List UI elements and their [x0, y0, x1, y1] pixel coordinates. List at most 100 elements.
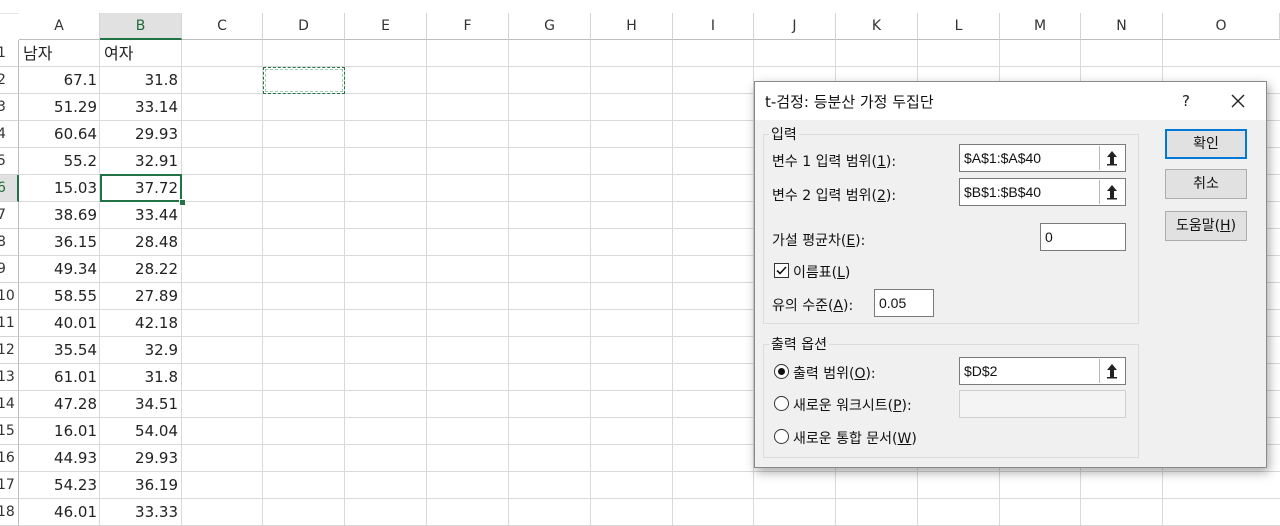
labels-checkbox[interactable]	[774, 263, 789, 278]
row-header[interactable]: 5	[0, 148, 19, 175]
ttest-dialog: t-검정: 등분산 가정 두집단 ? 입력 변수 1 입력 범위(1): $A$…	[754, 81, 1267, 468]
cell-b4[interactable]: 29.93	[100, 121, 182, 148]
cell-b16[interactable]: 29.93	[100, 445, 182, 472]
hyp-paren: ):	[855, 233, 866, 249]
collapse-dialog-icon[interactable]	[1099, 146, 1124, 170]
row-header[interactable]: 18	[0, 499, 19, 526]
new-book-radio[interactable]	[774, 429, 789, 444]
new-sheet-input[interactable]	[959, 390, 1126, 418]
alpha-input[interactable]: 0.05	[874, 289, 934, 317]
row-header[interactable]: 10	[0, 283, 19, 310]
new-sheet-paren: ):	[901, 398, 912, 414]
help-icon[interactable]: ?	[1175, 90, 1197, 112]
cell-a12[interactable]: 35.54	[19, 337, 101, 364]
column-header[interactable]: B	[100, 13, 182, 40]
column-header[interactable]: H	[591, 13, 673, 40]
cell-b10[interactable]: 27.89	[100, 283, 182, 310]
column-header[interactable]: K	[836, 13, 918, 40]
help-button[interactable]: 도움말(H)	[1165, 211, 1247, 241]
column-header[interactable]: C	[182, 13, 263, 40]
cell-b3[interactable]: 33.14	[100, 94, 182, 121]
var1-label: 변수 1 입력 범위(1):	[772, 151, 896, 171]
cell-b17[interactable]: 36.19	[100, 472, 182, 499]
row-header[interactable]: 13	[0, 364, 19, 391]
column-header[interactable]: M	[1000, 13, 1081, 40]
cell-a7[interactable]: 38.69	[19, 202, 101, 229]
column-header[interactable]: L	[918, 13, 1000, 40]
row-header[interactable]: 7	[0, 202, 19, 229]
row-header[interactable]: 9	[0, 256, 19, 283]
column-header[interactable]: G	[509, 13, 591, 40]
cell-b5[interactable]: 32.91	[100, 148, 182, 175]
cell-b14[interactable]: 34.51	[100, 391, 182, 418]
cell-b13[interactable]: 31.8	[100, 364, 182, 391]
cell-a17[interactable]: 54.23	[19, 472, 101, 499]
cell-a2[interactable]: 67.1	[19, 67, 101, 94]
out-range-radio[interactable]	[774, 364, 789, 379]
column-header[interactable]: F	[427, 13, 509, 40]
hyp-value: 0	[1045, 229, 1053, 245]
row-header[interactable]: 17	[0, 472, 19, 499]
cell-a5[interactable]: 55.2	[19, 148, 101, 175]
ok-button[interactable]: 확인	[1165, 129, 1247, 159]
new-sheet-radio[interactable]	[774, 396, 789, 411]
cell-a15[interactable]: 16.01	[19, 418, 101, 445]
cell-a9[interactable]: 49.34	[19, 256, 101, 283]
cancel-button[interactable]: 취소	[1165, 169, 1247, 199]
var1-value: $A$1:$A$40	[964, 150, 1042, 166]
cell-b15[interactable]: 54.04	[100, 418, 182, 445]
row-header[interactable]: 3	[0, 94, 19, 121]
active-cell-b6[interactable]	[100, 174, 182, 202]
cell-a3[interactable]: 51.29	[19, 94, 101, 121]
row-header[interactable]: 14	[0, 391, 19, 418]
cell-a14[interactable]: 47.28	[19, 391, 101, 418]
column-header[interactable]: D	[263, 13, 345, 40]
alpha-label-text: 유의 수준(	[772, 298, 834, 314]
row-header[interactable]: 4	[0, 121, 19, 148]
var2-paren: ):	[885, 188, 897, 204]
cell-a4[interactable]: 60.64	[19, 121, 101, 148]
labels-hotkey: L	[837, 265, 845, 281]
cell-a10[interactable]: 58.55	[19, 283, 101, 310]
column-header[interactable]: A	[19, 13, 100, 40]
row-header[interactable]: 11	[0, 310, 19, 337]
row-header[interactable]: 6	[0, 175, 19, 202]
cell-a18[interactable]: 46.01	[19, 499, 101, 526]
var1-range-input[interactable]: $A$1:$A$40	[959, 144, 1126, 172]
column-header[interactable]: N	[1081, 13, 1163, 40]
row-header[interactable]: 15	[0, 418, 19, 445]
row-header[interactable]: 16	[0, 445, 19, 472]
column-header[interactable]: I	[673, 13, 754, 40]
cell-a1[interactable]: 남자	[19, 40, 101, 67]
column-header[interactable]: J	[754, 13, 836, 40]
hyp-diff-input[interactable]: 0	[1040, 223, 1126, 251]
close-icon[interactable]	[1227, 90, 1249, 112]
row-header[interactable]: 1	[0, 40, 19, 67]
grid-line	[344, 40, 345, 525]
cell-b7[interactable]: 33.44	[100, 202, 182, 229]
fill-handle[interactable]	[179, 199, 186, 206]
cell-b18[interactable]: 33.33	[100, 499, 182, 526]
cell-b1[interactable]: 여자	[100, 40, 182, 67]
cell-a6[interactable]: 15.03	[19, 175, 101, 202]
cell-a11[interactable]: 40.01	[19, 310, 101, 337]
grid-line	[262, 40, 263, 525]
collapse-dialog-icon[interactable]	[1099, 180, 1124, 204]
cell-b2[interactable]: 31.8	[100, 67, 182, 94]
row-header[interactable]: 8	[0, 229, 19, 256]
cell-a16[interactable]: 44.93	[19, 445, 101, 472]
collapse-dialog-icon[interactable]	[1099, 359, 1124, 383]
cell-b9[interactable]: 28.22	[100, 256, 182, 283]
column-header[interactable]: E	[345, 13, 427, 40]
cell-a13[interactable]: 61.01	[19, 364, 101, 391]
out-range-input[interactable]: $D$2	[959, 357, 1126, 385]
cell-b11[interactable]: 42.18	[100, 310, 182, 337]
row-header[interactable]: 2	[0, 67, 19, 94]
cell-b8[interactable]: 28.48	[100, 229, 182, 256]
var2-range-input[interactable]: $B$1:$B$40	[959, 178, 1126, 206]
cell-a8[interactable]: 36.15	[19, 229, 101, 256]
column-header[interactable]: O	[1163, 13, 1280, 40]
row-header[interactable]: 12	[0, 337, 19, 364]
cell-b12[interactable]: 32.9	[100, 337, 182, 364]
new-book-paren: )	[911, 431, 917, 447]
